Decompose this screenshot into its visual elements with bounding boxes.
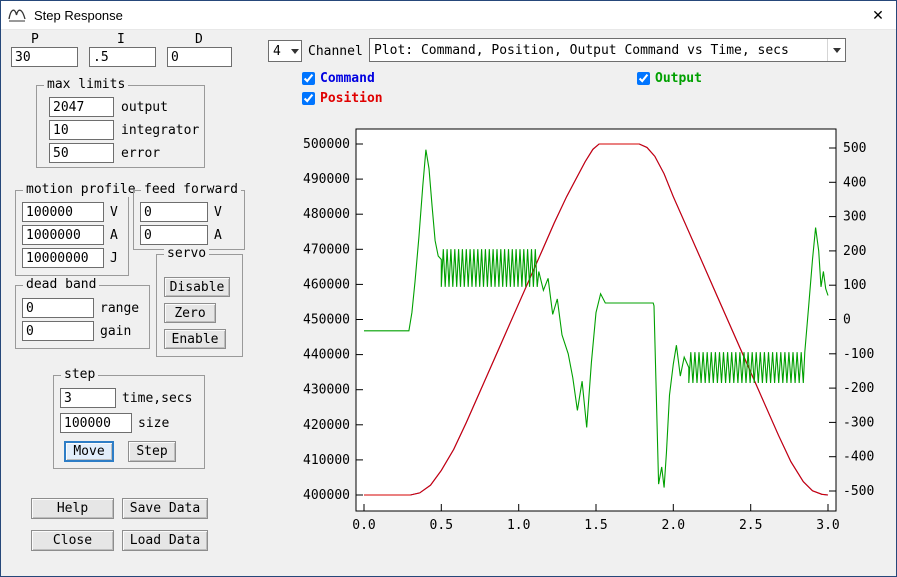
servo-enable-button[interactable]: Enable [164,329,226,349]
app-icon [7,6,27,24]
svg-text:480000: 480000 [303,207,350,222]
ff-v-input[interactable] [140,202,208,222]
p-label: P [31,32,39,47]
ff-v-label: V [214,205,222,220]
command-checkbox[interactable] [302,72,315,85]
step-size-input[interactable] [60,413,132,433]
svg-text:430000: 430000 [303,383,350,398]
position-checkbox-row: Position [302,91,383,106]
plot-select[interactable]: Plot: Command, Position, Output Command … [369,38,846,62]
max-error-input[interactable] [49,143,114,163]
close-button[interactable]: Close [31,530,114,551]
channel-select[interactable]: 4 [268,40,302,62]
svg-text:2.5: 2.5 [739,518,762,533]
svg-text:490000: 490000 [303,172,350,187]
profile-v-label: V [110,205,118,220]
step-group-title: step [61,367,98,382]
svg-text:-300: -300 [843,415,874,430]
step-time-label: time,secs [122,391,192,406]
servo-disable-button[interactable]: Disable [164,277,230,297]
svg-text:300: 300 [843,210,866,225]
max-limits-title: max limits [44,77,128,92]
d-input[interactable] [167,47,232,67]
close-icon[interactable]: ✕ [860,1,896,29]
i-input[interactable] [89,47,156,67]
svg-text:1.5: 1.5 [584,518,607,533]
motion-profile-title: motion profile [23,182,139,197]
step-response-window: Step Response ✕ P I D 4 Channel Plot: Co… [0,0,897,577]
servo-title: servo [164,246,209,261]
svg-text:-400: -400 [843,450,874,465]
svg-text:3.0: 3.0 [816,518,839,533]
p-input[interactable] [11,47,78,67]
dead-band-range-input[interactable] [22,298,94,318]
titlebar[interactable]: Step Response ✕ [1,1,896,30]
chevron-down-icon [289,41,301,61]
svg-text:410000: 410000 [303,453,350,468]
svg-text:2.0: 2.0 [662,518,685,533]
svg-text:400000: 400000 [303,488,350,503]
dead-band-range-label: range [100,301,139,316]
channel-label: Channel [308,44,363,59]
command-checkbox-label: Command [320,71,375,86]
svg-text:470000: 470000 [303,242,350,257]
svg-text:1.0: 1.0 [507,518,530,533]
step-button[interactable]: Step [128,441,176,462]
max-error-label: error [121,146,160,161]
profile-j-label: J [110,251,118,266]
max-output-input[interactable] [49,97,114,117]
load-data-button[interactable]: Load Data [122,530,208,551]
i-label: I [117,32,125,47]
help-button[interactable]: Help [31,498,114,519]
svg-text:420000: 420000 [303,418,350,433]
step-time-input[interactable] [60,388,116,408]
feed-forward-title: feed forward [141,182,241,197]
dead-band-gain-label: gain [100,324,131,339]
max-integrator-input[interactable] [49,120,114,140]
svg-text:460000: 460000 [303,277,350,292]
svg-text:100: 100 [843,278,866,293]
svg-text:-200: -200 [843,381,874,396]
servo-zero-button[interactable]: Zero [164,303,216,323]
plot-select-value: Plot: Command, Position, Output Command … [370,43,827,58]
command-checkbox-row: Command [302,71,375,86]
position-checkbox-label: Position [320,91,383,106]
d-label: D [195,32,203,47]
channel-value: 4 [269,44,289,59]
profile-j-input[interactable] [22,248,104,268]
max-output-label: output [121,100,168,115]
svg-text:-100: -100 [843,347,874,362]
profile-a-label: A [110,228,118,243]
ff-a-label: A [214,228,222,243]
profile-v-input[interactable] [22,202,104,222]
svg-text:500000: 500000 [303,137,350,152]
output-checkbox[interactable] [637,72,650,85]
svg-text:450000: 450000 [303,313,350,328]
svg-text:0.5: 0.5 [430,518,453,533]
profile-a-input[interactable] [22,225,104,245]
chevron-down-icon [827,39,845,61]
svg-text:440000: 440000 [303,348,350,363]
svg-text:200: 200 [843,244,866,259]
window-title: Step Response [34,8,123,23]
max-integrator-label: integrator [121,123,199,138]
save-data-button[interactable]: Save Data [122,498,208,519]
svg-text:0: 0 [843,313,851,328]
dead-band-gain-input[interactable] [22,321,94,341]
position-checkbox[interactable] [302,92,315,105]
move-button[interactable]: Move [64,441,114,462]
dead-band-title: dead band [23,277,99,292]
output-checkbox-row: Output [637,71,702,86]
svg-text:400: 400 [843,175,866,190]
svg-text:500: 500 [843,141,866,156]
step-size-label: size [138,416,169,431]
step-response-chart: 400000 410000 420000 430000 440000 450000 4600… [301,116,891,566]
ff-a-input[interactable] [140,225,208,245]
svg-text:0.0: 0.0 [352,518,375,533]
output-checkbox-label: Output [655,71,702,86]
svg-text:-500: -500 [843,484,874,499]
